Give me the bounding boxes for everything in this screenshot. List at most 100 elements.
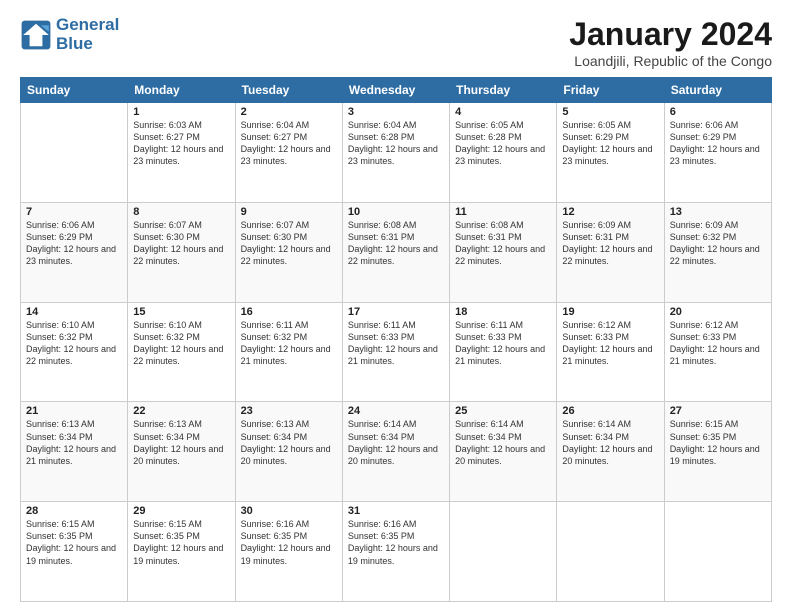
calendar-cell: 31Sunrise: 6:16 AMSunset: 6:35 PMDayligh… <box>342 502 449 602</box>
day-info: Sunrise: 6:16 AMSunset: 6:35 PMDaylight:… <box>348 518 444 567</box>
calendar-cell: 23Sunrise: 6:13 AMSunset: 6:34 PMDayligh… <box>235 402 342 502</box>
calendar-cell: 30Sunrise: 6:16 AMSunset: 6:35 PMDayligh… <box>235 502 342 602</box>
day-info: Sunrise: 6:12 AMSunset: 6:33 PMDaylight:… <box>562 319 658 368</box>
subtitle: Loandjili, Republic of the Congo <box>569 53 772 69</box>
day-info: Sunrise: 6:05 AMSunset: 6:29 PMDaylight:… <box>562 119 658 168</box>
day-info: Sunrise: 6:07 AMSunset: 6:30 PMDaylight:… <box>133 219 229 268</box>
day-info: Sunrise: 6:10 AMSunset: 6:32 PMDaylight:… <box>26 319 122 368</box>
calendar-cell: 20Sunrise: 6:12 AMSunset: 6:33 PMDayligh… <box>664 302 771 402</box>
calendar-cell: 6Sunrise: 6:06 AMSunset: 6:29 PMDaylight… <box>664 103 771 203</box>
day-number: 19 <box>562 306 658 318</box>
logo: General Blue <box>20 16 119 53</box>
header-day-tuesday: Tuesday <box>235 78 342 103</box>
day-info: Sunrise: 6:07 AMSunset: 6:30 PMDaylight:… <box>241 219 337 268</box>
calendar-cell <box>664 502 771 602</box>
calendar-cell: 9Sunrise: 6:07 AMSunset: 6:30 PMDaylight… <box>235 202 342 302</box>
day-info: Sunrise: 6:13 AMSunset: 6:34 PMDaylight:… <box>26 418 122 467</box>
header: General Blue January 2024 Loandjili, Rep… <box>20 16 772 69</box>
day-number: 28 <box>26 505 122 517</box>
week-row-1: 7Sunrise: 6:06 AMSunset: 6:29 PMDaylight… <box>21 202 772 302</box>
day-number: 24 <box>348 405 444 417</box>
calendar-table: SundayMondayTuesdayWednesdayThursdayFrid… <box>20 77 772 602</box>
calendar-cell: 10Sunrise: 6:08 AMSunset: 6:31 PMDayligh… <box>342 202 449 302</box>
day-info: Sunrise: 6:11 AMSunset: 6:33 PMDaylight:… <box>455 319 551 368</box>
calendar-cell: 17Sunrise: 6:11 AMSunset: 6:33 PMDayligh… <box>342 302 449 402</box>
day-number: 4 <box>455 106 551 118</box>
calendar-cell: 1Sunrise: 6:03 AMSunset: 6:27 PMDaylight… <box>128 103 235 203</box>
day-number: 18 <box>455 306 551 318</box>
day-info: Sunrise: 6:12 AMSunset: 6:33 PMDaylight:… <box>670 319 766 368</box>
day-info: Sunrise: 6:11 AMSunset: 6:32 PMDaylight:… <box>241 319 337 368</box>
calendar-cell: 24Sunrise: 6:14 AMSunset: 6:34 PMDayligh… <box>342 402 449 502</box>
calendar-cell: 19Sunrise: 6:12 AMSunset: 6:33 PMDayligh… <box>557 302 664 402</box>
calendar-cell: 18Sunrise: 6:11 AMSunset: 6:33 PMDayligh… <box>450 302 557 402</box>
day-info: Sunrise: 6:08 AMSunset: 6:31 PMDaylight:… <box>455 219 551 268</box>
week-row-3: 21Sunrise: 6:13 AMSunset: 6:34 PMDayligh… <box>21 402 772 502</box>
day-number: 31 <box>348 505 444 517</box>
calendar-cell: 15Sunrise: 6:10 AMSunset: 6:32 PMDayligh… <box>128 302 235 402</box>
day-info: Sunrise: 6:15 AMSunset: 6:35 PMDaylight:… <box>133 518 229 567</box>
calendar-cell <box>21 103 128 203</box>
calendar-cell: 12Sunrise: 6:09 AMSunset: 6:31 PMDayligh… <box>557 202 664 302</box>
day-number: 3 <box>348 106 444 118</box>
logo-line1: General <box>56 16 119 35</box>
day-info: Sunrise: 6:03 AMSunset: 6:27 PMDaylight:… <box>133 119 229 168</box>
calendar-cell: 26Sunrise: 6:14 AMSunset: 6:34 PMDayligh… <box>557 402 664 502</box>
page: General Blue January 2024 Loandjili, Rep… <box>0 0 792 612</box>
general-blue-icon <box>20 19 52 51</box>
header-day-monday: Monday <box>128 78 235 103</box>
calendar-cell: 7Sunrise: 6:06 AMSunset: 6:29 PMDaylight… <box>21 202 128 302</box>
week-row-0: 1Sunrise: 6:03 AMSunset: 6:27 PMDaylight… <box>21 103 772 203</box>
calendar-cell: 14Sunrise: 6:10 AMSunset: 6:32 PMDayligh… <box>21 302 128 402</box>
calendar-cell: 4Sunrise: 6:05 AMSunset: 6:28 PMDaylight… <box>450 103 557 203</box>
calendar-cell: 27Sunrise: 6:15 AMSunset: 6:35 PMDayligh… <box>664 402 771 502</box>
calendar-cell: 8Sunrise: 6:07 AMSunset: 6:30 PMDaylight… <box>128 202 235 302</box>
calendar-cell: 2Sunrise: 6:04 AMSunset: 6:27 PMDaylight… <box>235 103 342 203</box>
day-number: 21 <box>26 405 122 417</box>
day-number: 13 <box>670 206 766 218</box>
day-info: Sunrise: 6:06 AMSunset: 6:29 PMDaylight:… <box>670 119 766 168</box>
day-info: Sunrise: 6:11 AMSunset: 6:33 PMDaylight:… <box>348 319 444 368</box>
day-number: 1 <box>133 106 229 118</box>
day-number: 26 <box>562 405 658 417</box>
day-number: 23 <box>241 405 337 417</box>
header-day-thursday: Thursday <box>450 78 557 103</box>
day-info: Sunrise: 6:13 AMSunset: 6:34 PMDaylight:… <box>133 418 229 467</box>
calendar-cell: 22Sunrise: 6:13 AMSunset: 6:34 PMDayligh… <box>128 402 235 502</box>
logo-line2: Blue <box>56 35 119 54</box>
day-info: Sunrise: 6:06 AMSunset: 6:29 PMDaylight:… <box>26 219 122 268</box>
day-number: 20 <box>670 306 766 318</box>
header-day-saturday: Saturday <box>664 78 771 103</box>
calendar-cell: 13Sunrise: 6:09 AMSunset: 6:32 PMDayligh… <box>664 202 771 302</box>
day-number: 2 <box>241 106 337 118</box>
day-info: Sunrise: 6:04 AMSunset: 6:28 PMDaylight:… <box>348 119 444 168</box>
week-row-4: 28 Sunrise: 6:15 AMSunset: 6:35 PMDayligh… <box>21 502 772 602</box>
calendar-cell <box>557 502 664 602</box>
day-number: 27 <box>670 405 766 417</box>
day-number: 6 <box>670 106 766 118</box>
day-number: 14 <box>26 306 122 318</box>
day-number: 5 <box>562 106 658 118</box>
header-day-friday: Friday <box>557 78 664 103</box>
day-number: 10 <box>348 206 444 218</box>
day-number: 12 <box>562 206 658 218</box>
main-title: January 2024 <box>569 16 772 53</box>
day-number: 9 <box>241 206 337 218</box>
header-day-wednesday: Wednesday <box>342 78 449 103</box>
day-info: Sunrise: 6:15 AMSunset: 6:35 PMDaylight:… <box>670 418 766 467</box>
day-number: 16 <box>241 306 337 318</box>
day-info: Sunrise: 6:14 AMSunset: 6:34 PMDaylight:… <box>562 418 658 467</box>
day-number: 7 <box>26 206 122 218</box>
header-day-sunday: Sunday <box>21 78 128 103</box>
day-number: 25 <box>455 405 551 417</box>
day-number: 8 <box>133 206 229 218</box>
day-number: 11 <box>455 206 551 218</box>
day-number: 17 <box>348 306 444 318</box>
day-info: Sunrise: 6:08 AMSunset: 6:31 PMDaylight:… <box>348 219 444 268</box>
day-info: Sunrise: 6:14 AMSunset: 6:34 PMDaylight:… <box>348 418 444 467</box>
day-info: Sunrise: 6:16 AMSunset: 6:35 PMDaylight:… <box>241 518 337 567</box>
day-info: Sunrise: 6:13 AMSunset: 6:34 PMDaylight:… <box>241 418 337 467</box>
header-row: SundayMondayTuesdayWednesdayThursdayFrid… <box>21 78 772 103</box>
calendar-cell: 29Sunrise: 6:15 AMSunset: 6:35 PMDayligh… <box>128 502 235 602</box>
day-info: Sunrise: 6:05 AMSunset: 6:28 PMDaylight:… <box>455 119 551 168</box>
